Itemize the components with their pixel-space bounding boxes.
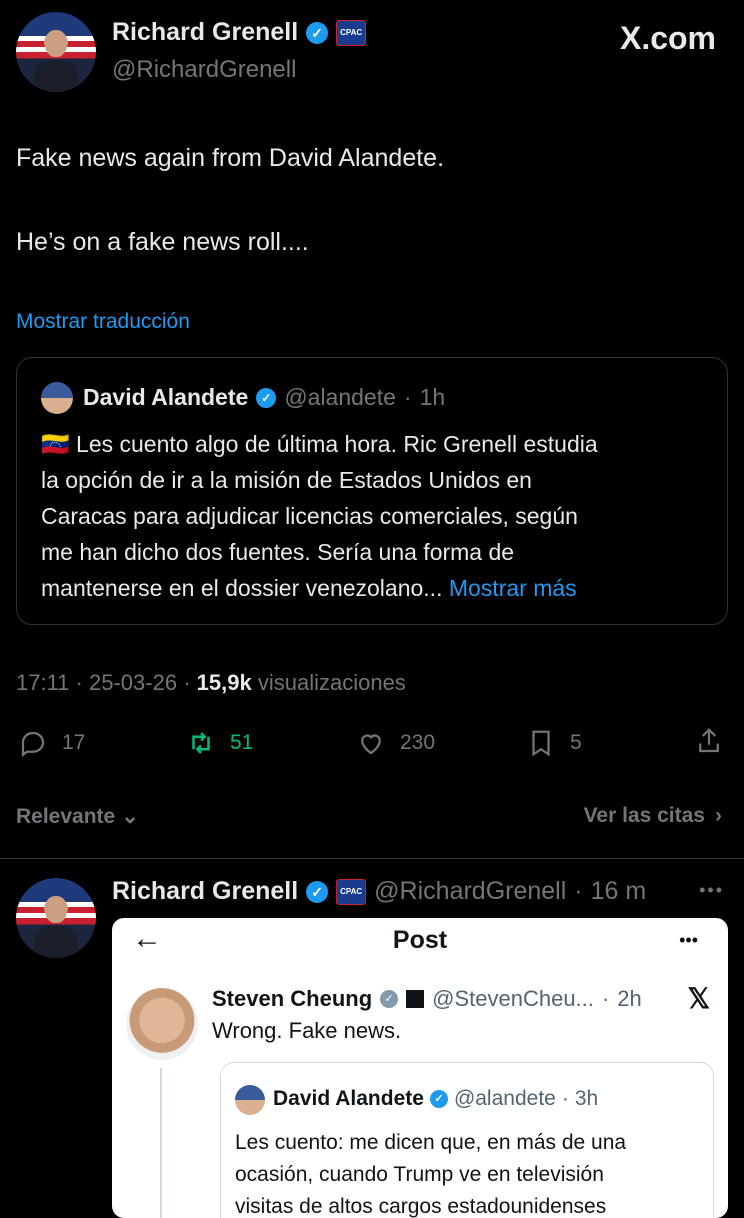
like-button[interactable]: 230 xyxy=(356,728,435,758)
cpac-badge-icon: CPAC xyxy=(336,19,367,46)
reply-author-handle[interactable]: @RichardGrenell xyxy=(374,877,566,906)
tweet-text-line2: He’s on a fake news roll.... xyxy=(16,228,309,256)
grey-verified-icon: ✓ xyxy=(380,990,399,1008)
bookmark-icon xyxy=(532,730,550,757)
screenshot-author-handle: @StevenCheu... xyxy=(432,986,594,1011)
bookmark-count: 5 xyxy=(570,731,582,754)
reply-count: 17 xyxy=(62,731,86,754)
quoted-text: 🇻🇪 Les cuento algo de última hora. Ric G… xyxy=(41,426,598,606)
screenshot-author-name: Steven Cheung xyxy=(212,986,373,1011)
quoted-avatar xyxy=(41,382,73,414)
screenshot-text: Wrong. Fake news. xyxy=(212,1018,402,1043)
quoted-header: David Alandete ✓ @alandete · 1h xyxy=(83,384,445,411)
embedded-screenshot[interactable]: ← Post ••• Steven Cheung ✓ @StevenCheu..… xyxy=(112,918,728,1218)
like-count: 230 xyxy=(400,731,436,754)
chevron-down-icon: ⌄ xyxy=(121,805,139,828)
quoted-dot: · xyxy=(403,384,412,410)
author-avatar[interactable] xyxy=(16,12,96,92)
sort-dropdown[interactable]: Relevante ⌄ xyxy=(16,804,139,829)
share-button[interactable] xyxy=(694,726,724,756)
screenshot-quoted-line-3: visitas de altos cargos estadounidenses xyxy=(235,1195,607,1218)
repost-button[interactable]: 51 xyxy=(186,728,253,758)
screenshot-quoted-header: David Alandete ✓ @alandete · 3h xyxy=(273,1087,598,1111)
reply-time[interactable]: 16 m xyxy=(591,877,647,906)
cpac-badge-icon: CPAC xyxy=(336,878,367,905)
reply-dot: · xyxy=(574,877,583,905)
quoted-line-4: me han dicho dos fuentes. Sería una form… xyxy=(41,539,515,565)
screenshot-quoted-time: 3h xyxy=(574,1087,599,1110)
screenshot-time: 2h xyxy=(617,986,642,1011)
reply-header: Richard Grenell ✓ CPAC @RichardGrenell ·… xyxy=(112,877,646,906)
x-logo-icon: 𝕏 xyxy=(687,983,710,1014)
heart-icon xyxy=(361,734,381,755)
verified-badge-icon: ✓ xyxy=(429,1090,448,1108)
thread-line xyxy=(160,1068,162,1218)
author-name-row: Richard Grenell ✓ CPAC xyxy=(112,18,367,47)
quoted-line-5: mantenerse en el dossier venezolano... xyxy=(41,575,443,601)
reply-icon xyxy=(21,731,45,758)
divider xyxy=(0,858,744,859)
screenshot-quoted-tweet: David Alandete ✓ @alandete · 3h Les cuen… xyxy=(220,1062,714,1218)
brand-watermark: X.com xyxy=(619,20,716,56)
screenshot-quoted-name: David Alandete xyxy=(273,1087,424,1110)
screenshot-quoted-line-1: Les cuento: me dicen que, en más de una xyxy=(235,1131,627,1154)
repost-count: 51 xyxy=(230,731,254,754)
screenshot-quoted-text: Les cuento: me dicen que, en más de una … xyxy=(235,1127,626,1218)
screenshot-quoted-line-2: ocasión, cuando Trump ve en televisión xyxy=(235,1163,604,1186)
translate-link[interactable]: Mostrar traducción xyxy=(16,310,190,334)
screenshot-title: Post xyxy=(392,926,448,954)
tweet-time[interactable]: 17:11 xyxy=(16,670,69,695)
reply-author-avatar[interactable] xyxy=(16,878,96,958)
chevron-right-icon: › xyxy=(715,804,722,827)
screenshot-quoted-avatar xyxy=(235,1085,265,1115)
verified-badge-icon: ✓ xyxy=(306,21,329,44)
quoted-line-3: Caracas para adjudicar licencias comerci… xyxy=(41,503,578,529)
quoted-time: 1h xyxy=(419,384,446,410)
show-more-link[interactable]: Mostrar más xyxy=(449,575,577,601)
view-quotes-link[interactable]: Ver las citas › xyxy=(584,804,722,828)
venezuela-flag-icon: 🇻🇪 xyxy=(41,431,70,457)
quoted-line-2: la opción de ir a la misión de Estados U… xyxy=(41,467,532,493)
bookmark-button[interactable]: 5 xyxy=(526,728,582,758)
author-handle[interactable]: @RichardGrenell xyxy=(112,56,296,84)
quoted-handle: @alandete xyxy=(284,384,396,410)
tweet-text-line1: Fake news again from David Alandete. xyxy=(16,144,445,172)
tweet-meta: 17:11 · 25-03-26 · 15,9k visualizaciones xyxy=(16,670,406,695)
screenshot-header: Steven Cheung ✓ @StevenCheu... · 2h xyxy=(212,986,642,1012)
screenshot-dot: · xyxy=(601,986,610,1011)
author-name[interactable]: Richard Grenell xyxy=(112,18,298,47)
screenshot-more-icon: ••• xyxy=(679,930,698,950)
steven-avatar xyxy=(126,988,198,1060)
share-icon xyxy=(699,728,719,753)
reply-author-name[interactable]: Richard Grenell xyxy=(112,877,298,906)
views-count: 15,9k xyxy=(196,670,252,695)
more-options-icon[interactable]: ••• xyxy=(699,880,724,901)
views-label: visualizaciones xyxy=(257,670,406,695)
white-house-badge-icon xyxy=(406,990,425,1008)
sort-label: Relevante xyxy=(16,804,116,828)
tweet-date[interactable]: 25-03-26 xyxy=(89,670,177,695)
reply-button[interactable]: 17 xyxy=(18,728,85,758)
repost-icon xyxy=(192,732,210,754)
verified-badge-icon: ✓ xyxy=(256,387,277,408)
quoted-tweet[interactable]: David Alandete ✓ @alandete · 1h 🇻🇪 Les c… xyxy=(16,357,728,625)
quoted-line-1: Les cuento algo de última hora. Ric Gren… xyxy=(76,431,598,457)
verified-badge-icon: ✓ xyxy=(306,880,329,903)
quoted-name: David Alandete xyxy=(83,384,249,410)
screenshot-quoted-dot: · xyxy=(561,1087,569,1110)
view-quotes-label: Ver las citas xyxy=(583,804,705,827)
screenshot-quoted-handle: @alandete xyxy=(453,1087,556,1110)
